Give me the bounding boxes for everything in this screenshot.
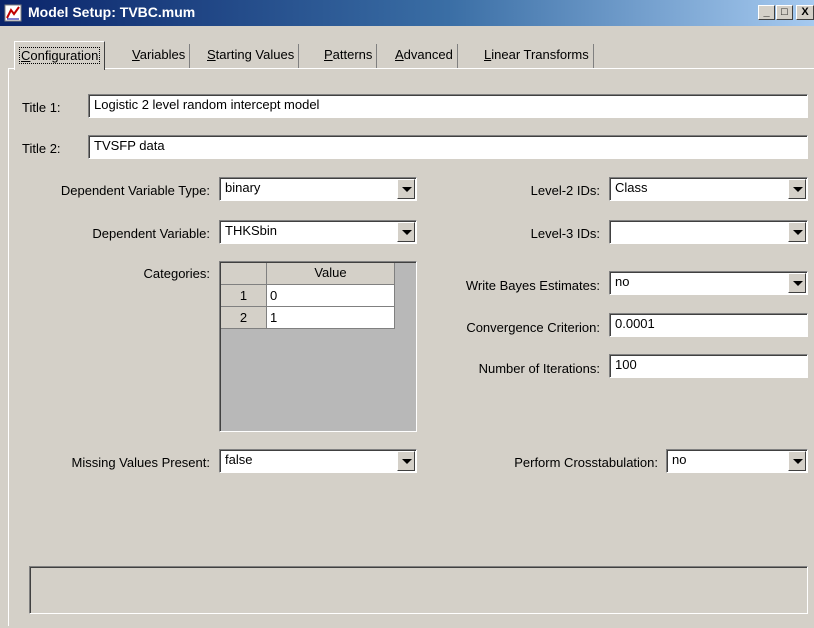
categories-label: Categories: [143, 266, 210, 281]
dep-var-dropdown[interactable]: THKSbin [219, 220, 417, 244]
level2-value: Class [615, 180, 648, 195]
tab-linear-transforms[interactable]: Linear Transforms [480, 44, 594, 68]
chevron-down-icon[interactable] [788, 222, 806, 242]
grid-cell-value[interactable]: 1 [267, 307, 395, 329]
bayes-dropdown[interactable]: no [609, 271, 808, 295]
convergence-label: Convergence Criterion: [466, 320, 600, 335]
title1-input[interactable]: Logistic 2 level random intercept model [88, 94, 808, 118]
level2-label: Level-2 IDs: [530, 183, 600, 198]
missing-value: false [225, 452, 253, 467]
dep-type-dropdown[interactable]: binary [219, 177, 417, 201]
chevron-down-icon[interactable] [397, 179, 415, 199]
grid-row-number: 1 [221, 285, 267, 307]
crosstab-label: Perform Crosstabulation: [514, 455, 658, 470]
chevron-down-icon[interactable] [397, 451, 415, 471]
close-button[interactable]: X [796, 5, 814, 20]
grid-cell-value[interactable]: 0 [267, 285, 395, 307]
level3-dropdown[interactable] [609, 220, 808, 244]
title1-label: Title 1: [22, 100, 61, 115]
missing-dropdown[interactable]: false [219, 449, 417, 473]
minimize-button[interactable]: _ [758, 5, 775, 20]
chevron-down-icon[interactable] [397, 222, 415, 242]
tab-configuration[interactable]: Configuration [14, 41, 106, 70]
window-title: Model Setup: TVBC.mum [28, 4, 196, 20]
title2-label: Title 2: [22, 141, 61, 156]
chevron-down-icon[interactable] [788, 179, 806, 199]
crosstab-value: no [672, 452, 687, 467]
bayes-value: no [615, 274, 630, 289]
dep-var-value: THKSbin [225, 223, 278, 238]
dep-type-value: binary [225, 180, 261, 195]
chevron-down-icon[interactable] [788, 451, 806, 471]
app-icon [4, 4, 22, 22]
grid-row-number: 2 [221, 307, 267, 329]
tab-variables[interactable]: Variables [128, 44, 191, 68]
tab-advanced[interactable]: Advanced [391, 44, 458, 68]
convergence-input[interactable]: 0.0001 [609, 313, 808, 337]
iterations-input[interactable]: 100 [609, 354, 808, 378]
categories-grid[interactable]: Value 1 0 2 1 [219, 261, 417, 432]
level3-label: Level-3 IDs: [530, 226, 600, 241]
grid-header-value: Value [267, 263, 395, 285]
crosstab-dropdown[interactable]: no [666, 449, 808, 473]
chevron-down-icon[interactable] [788, 273, 806, 293]
grid-corner [221, 263, 267, 285]
dep-var-label: Dependent Variable: [92, 226, 210, 241]
bayes-label: Write Bayes Estimates: [465, 278, 600, 293]
tab-starting-values[interactable]: Starting Values [203, 44, 300, 68]
iterations-label: Number of Iterations: [478, 361, 600, 376]
tab-patterns[interactable]: Patterns [320, 44, 378, 68]
level2-dropdown[interactable]: Class [609, 177, 808, 201]
maximize-button[interactable]: □ [776, 5, 793, 20]
status-box [29, 566, 808, 614]
dep-type-label: Dependent Variable Type: [60, 183, 210, 198]
title2-input[interactable]: TVSFP data [88, 135, 808, 159]
missing-label: Missing Values Present: [71, 455, 211, 470]
